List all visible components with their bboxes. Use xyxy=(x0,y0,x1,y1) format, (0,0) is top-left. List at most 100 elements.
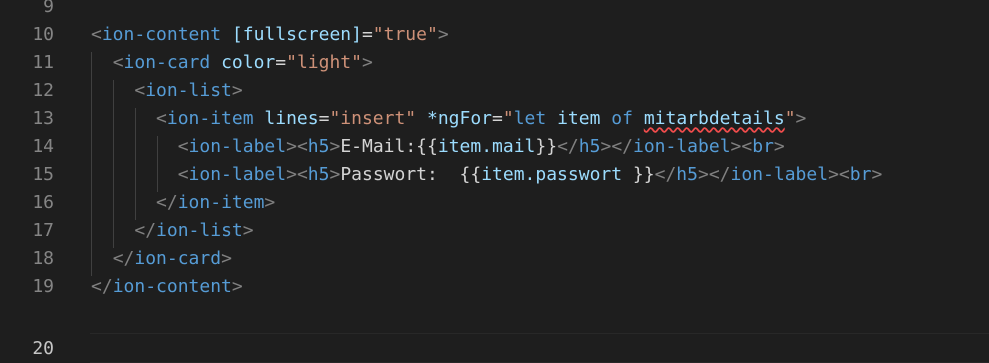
tag-name: ion-item xyxy=(166,107,254,129)
code-line[interactable]: 17 </ion-list> xyxy=(0,216,989,248)
identifier: item.passwort xyxy=(481,163,623,185)
token: < xyxy=(296,135,308,157)
token: = xyxy=(361,23,373,45)
tag-name: h5 xyxy=(578,135,601,157)
token: = xyxy=(492,107,503,129)
line-number: 10 xyxy=(32,23,54,45)
identifier: item.mail xyxy=(437,135,536,157)
token: > xyxy=(231,79,243,101)
line-number: 18 xyxy=(32,247,54,269)
tag-name: br xyxy=(752,135,774,157)
token: > xyxy=(264,191,276,213)
code-content: </ion-card> xyxy=(54,247,232,276)
attribute-name: lines xyxy=(264,107,319,129)
token: > xyxy=(697,163,709,185)
tag-name: ion-content xyxy=(112,275,232,297)
code-content: </ion-item> xyxy=(54,191,276,220)
line-number: 13 xyxy=(32,107,54,129)
token: < xyxy=(134,79,146,101)
line-number: 14 xyxy=(32,135,54,157)
text-content: }} xyxy=(622,163,655,185)
code-line[interactable]: 10 <ion-content [fullscreen]="true"> xyxy=(0,20,989,48)
tag-name: ion-list xyxy=(156,219,243,241)
tag-name: h5 xyxy=(676,163,698,185)
token: </ xyxy=(557,135,579,157)
tag-name: h5 xyxy=(307,135,330,157)
token: > xyxy=(437,23,449,45)
line-number: 20 xyxy=(32,337,54,359)
tag-name: ion-item xyxy=(177,191,265,213)
token: </ xyxy=(134,219,157,241)
token: " xyxy=(784,107,796,129)
token: </ xyxy=(156,191,178,213)
token: > xyxy=(871,163,883,185)
token: = xyxy=(318,107,330,129)
attribute-value: "light" xyxy=(286,51,362,73)
token: = xyxy=(275,51,287,73)
tag-name: ion-label xyxy=(730,163,829,185)
code-line[interactable]: 12 <ion-list> xyxy=(0,76,989,108)
tag-name: ion-card xyxy=(134,247,222,269)
code-line[interactable]: 16 </ion-item> xyxy=(0,188,989,220)
token: > xyxy=(795,107,807,129)
attribute-name: [fullscreen] xyxy=(231,23,362,45)
token: < xyxy=(741,135,753,157)
token: < xyxy=(156,107,167,129)
tag-name: ion-card xyxy=(123,51,211,73)
line-number: 12 xyxy=(32,79,54,101)
token: < xyxy=(296,163,308,185)
token: " xyxy=(502,107,514,129)
token: < xyxy=(112,51,124,73)
token: > xyxy=(329,135,341,157)
code-line[interactable]: 18 </ion-card> xyxy=(0,244,989,276)
token: > xyxy=(329,163,341,185)
code-content: <ion-item lines="insert" *ngFor="let ite… xyxy=(54,107,807,136)
token: < xyxy=(177,163,189,185)
text-content: Passwort: {{ xyxy=(340,163,482,185)
tag-name: ion-label xyxy=(633,135,731,157)
line-number: 9 xyxy=(43,0,54,17)
token: > xyxy=(286,135,297,157)
token: < xyxy=(838,163,850,185)
line-number: 17 xyxy=(32,219,54,241)
line-number: 15 xyxy=(32,163,54,185)
tag-name: ion-content xyxy=(101,23,222,45)
identifier-error: mitarbdetails xyxy=(643,107,785,129)
attribute-name: *ngFor xyxy=(427,107,493,129)
token: < xyxy=(177,135,189,157)
code-line[interactable]: 15 <ion-label><h5>Passwort: {{item.passw… xyxy=(0,160,989,192)
code-line[interactable]: 19 </ion-content> xyxy=(0,272,989,300)
token: < xyxy=(91,23,102,45)
code-line[interactable]: 9 xyxy=(0,0,989,20)
token: > xyxy=(221,247,232,269)
token: </ xyxy=(112,247,135,269)
code-line[interactable]: 20 xyxy=(0,334,989,362)
tag-name: ion-label xyxy=(188,135,287,157)
code-content: </ion-content> xyxy=(54,276,243,297)
code-content: </ion-list> xyxy=(54,219,254,248)
keyword: let xyxy=(513,107,547,129)
keyword: of xyxy=(611,107,633,129)
token: > xyxy=(286,163,297,185)
tag-name: ion-list xyxy=(145,79,232,101)
code-line[interactable]: 11 <ion-card color="light"> xyxy=(0,48,989,80)
code-content: <ion-card color="light"> xyxy=(54,51,373,80)
attribute-name: color xyxy=(221,51,276,73)
tag-name: h5 xyxy=(307,163,330,185)
tag-name: ion-label xyxy=(188,163,287,185)
token: > xyxy=(730,135,742,157)
code-line[interactable]: 14 <ion-label><h5>E-Mail:{{item.mail}}</… xyxy=(0,132,989,164)
code-content: <ion-content [fullscreen]="true"> xyxy=(54,24,449,45)
text-content: }} xyxy=(535,135,558,157)
token: </ xyxy=(654,163,677,185)
identifier: item xyxy=(557,107,601,129)
token: </ xyxy=(91,275,113,297)
line-number: 16 xyxy=(32,191,54,213)
attribute-value: "insert" xyxy=(329,107,417,129)
token: > xyxy=(242,219,254,241)
token: </ xyxy=(708,163,731,185)
code-line[interactable]: 13 <ion-item lines="insert" *ngFor="let … xyxy=(0,104,989,136)
line-number: 11 xyxy=(32,51,54,73)
code-editor[interactable]: 9 10 <ion-content [fullscreen]="true"> 1… xyxy=(0,0,989,363)
token: </ xyxy=(611,135,633,157)
